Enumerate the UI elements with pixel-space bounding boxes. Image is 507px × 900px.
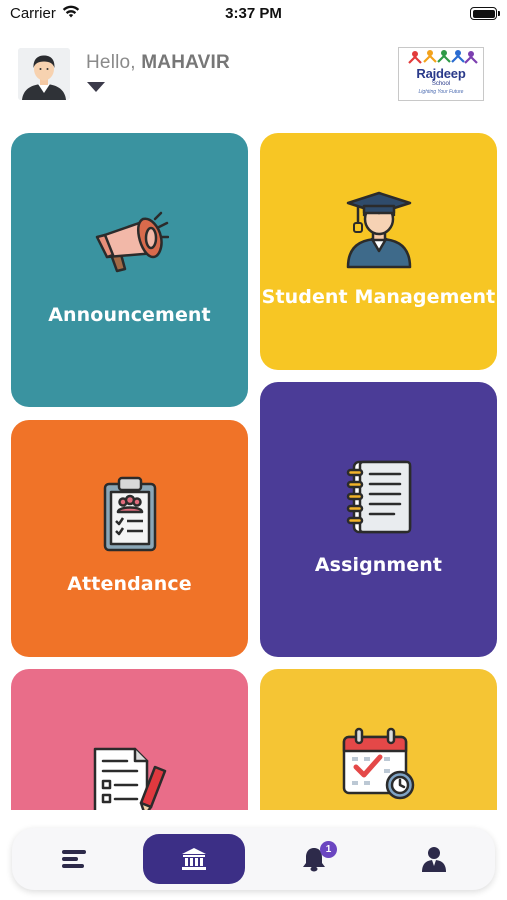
tile-exam[interactable] (11, 669, 248, 810)
bottom-nav: 1 (12, 828, 495, 890)
tile-label: Attendance (67, 573, 192, 595)
tile-student-management[interactable]: Student Management (260, 133, 497, 370)
megaphone-icon (95, 211, 169, 273)
module-grid: Announcement Student Management Attendan… (0, 0, 507, 810)
graduate-icon (346, 191, 412, 269)
calendar-icon (342, 727, 415, 800)
institution-icon (182, 848, 206, 870)
tile-announcement[interactable]: Announcement (11, 133, 248, 407)
nav-notifications[interactable] (263, 834, 365, 884)
menu-icon (62, 850, 86, 868)
nav-profile[interactable] (383, 834, 485, 884)
notification-badge: 1 (320, 841, 337, 858)
nav-home[interactable] (143, 834, 245, 884)
tile-label: Announcement (48, 304, 211, 326)
tile-calendar[interactable] (260, 669, 497, 810)
tile-label: Assignment (314, 554, 443, 576)
clipboard-icon (103, 476, 157, 552)
notebook-icon (346, 460, 412, 534)
tile-attendance[interactable]: Attendance (11, 420, 248, 657)
profile-icon (422, 847, 446, 872)
tile-label: Student Management (261, 286, 496, 308)
nav-menu[interactable] (23, 834, 125, 884)
document-pen-icon (93, 747, 167, 810)
tile-assignment[interactable]: Assignment (260, 382, 497, 657)
